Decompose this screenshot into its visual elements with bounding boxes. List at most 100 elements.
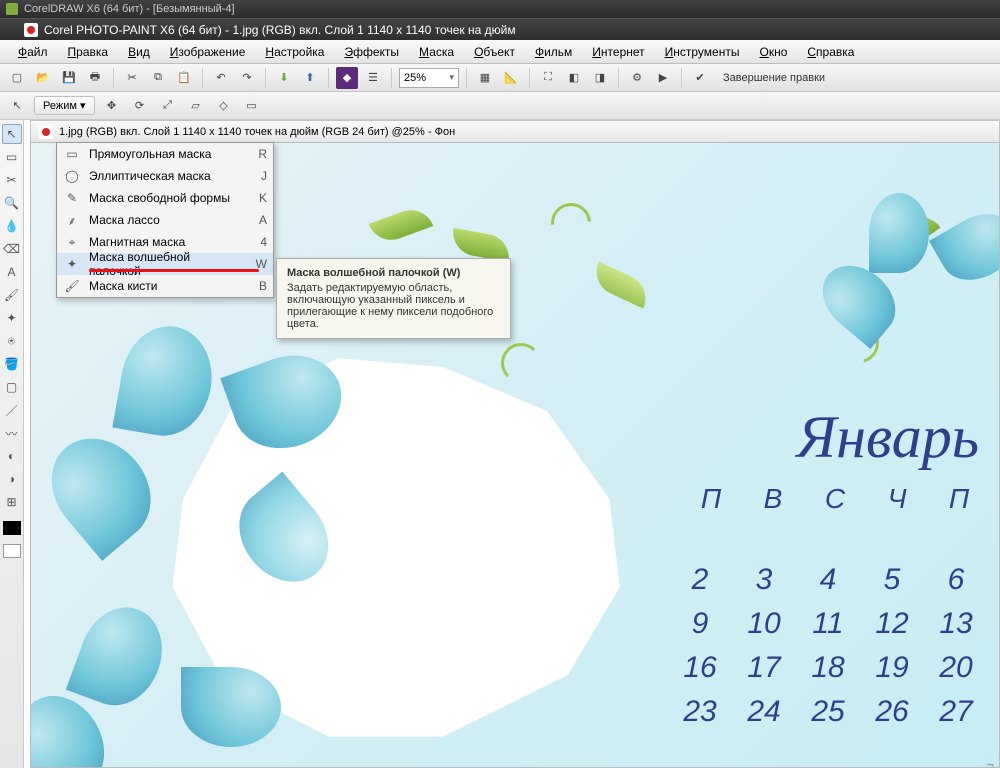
scale-icon[interactable]: ⤢ (157, 95, 179, 117)
fullscreen-button[interactable]: ⛶ (537, 67, 559, 89)
ruler-button[interactable]: 📐 (500, 67, 522, 89)
document-tab[interactable]: 1.jpg (RGB) вкл. Слой 1 1140 x 1140 точе… (30, 120, 1000, 142)
fill-tool[interactable]: 🪣 (2, 354, 22, 374)
month-title: Январь (797, 403, 979, 472)
eyedropper-tool[interactable]: 💧 (2, 216, 22, 236)
import-button[interactable]: ⬇ (273, 67, 295, 89)
menu-вид[interactable]: Вид (120, 42, 158, 62)
flyout-label: Маска лассо (89, 213, 243, 227)
day-cell: 9 (677, 607, 723, 641)
image-slice-tool[interactable]: ⊞ (2, 492, 22, 512)
zoom-value: 25% (404, 72, 426, 84)
open-button[interactable]: 📂 (32, 67, 54, 89)
menu-интернет[interactable]: Интернет (584, 42, 652, 62)
leaf-decor (449, 228, 512, 262)
text-tool[interactable]: A (2, 262, 22, 282)
brush-tool[interactable]: 🖌 (2, 285, 22, 305)
menu-файл[interactable]: Файл (10, 42, 56, 62)
eraser-tool[interactable]: ⌫ (2, 239, 22, 259)
flyout-item[interactable]: ▭Прямоугольная маскаR (57, 143, 273, 165)
toolbox: ↖ ▭ ✂ 🔍 💧 ⌫ A 🖌 ✦ ⍟ 🪣 ▢ ／ 〰 ◐ ◑ ⊞ (0, 120, 24, 768)
mask-icon: ✎ (63, 191, 81, 205)
menu-объект[interactable]: Объект (466, 42, 523, 62)
save-button[interactable]: 💾 (58, 67, 80, 89)
calendar-header: ПВСЧП (691, 483, 979, 515)
flyout-item[interactable]: 🖌Маска кистиB (57, 275, 273, 297)
leaf-decor (369, 203, 434, 246)
menu-инструменты[interactable]: Инструменты (657, 42, 748, 62)
skew-icon[interactable]: ▱ (185, 95, 207, 117)
perspective-icon[interactable]: ▭ (241, 95, 263, 117)
mask-button[interactable]: ◧ (563, 67, 585, 89)
menu-окно[interactable]: Окно (751, 42, 795, 62)
flower-cluster (30, 587, 231, 768)
flyout-item[interactable]: ✎Маска свободной формыK (57, 187, 273, 209)
launch-button[interactable]: ▶ (652, 67, 674, 89)
background-swatch[interactable] (3, 544, 21, 558)
flyout-shortcut: J (251, 169, 267, 183)
menu-правка[interactable]: Правка (60, 42, 117, 62)
flyout-label: Маска волшебной палочкой (89, 250, 243, 278)
undo-button[interactable]: ↶ (210, 67, 232, 89)
app-button[interactable]: ◆ (336, 67, 358, 89)
options-button[interactable]: ⚙ (626, 67, 648, 89)
zoom-tool[interactable]: 🔍 (2, 193, 22, 213)
day-cell: 18 (805, 651, 851, 685)
print-button[interactable]: 🖶 (84, 67, 106, 89)
mask-icon: ⌖ (63, 235, 81, 250)
finish-edit-button[interactable]: ✔ (689, 67, 711, 89)
menu-справка[interactable]: Справка (799, 42, 862, 62)
day-cell: 20 (933, 651, 979, 685)
flyout-shortcut: R (251, 147, 267, 161)
flyout-shortcut: K (251, 191, 267, 205)
day-cell: 12 (869, 607, 915, 641)
standard-toolbar: ▢ 📂 💾 🖶 ✂ ⧉ 📋 ↶ ↷ ⬇ ⬆ ◆ ☰ 25% ▦ 📐 ⛶ ◧ ◨ … (0, 64, 1000, 92)
crop-tool[interactable]: ✂ (2, 170, 22, 190)
flyout-item[interactable]: ◯Эллиптическая маскаJ (57, 165, 273, 187)
outer-titlebar: CorelDRAW X6 (64 бит) - [Безымянный-4] (0, 0, 1000, 18)
shape-tool[interactable]: ▢ (2, 377, 22, 397)
path-tool[interactable]: 〰 (2, 423, 22, 443)
menu-эффекты[interactable]: Эффекты (336, 42, 407, 62)
menu-настройка[interactable]: Настройка (257, 42, 332, 62)
mode-dropdown[interactable]: Режим ▾ (34, 96, 95, 115)
grid-button[interactable]: ▦ (474, 67, 496, 89)
export-button[interactable]: ⬆ (299, 67, 321, 89)
day-cell: 2 (677, 563, 723, 597)
effect-tool[interactable]: ✦ (2, 308, 22, 328)
line-tool[interactable]: ／ (2, 400, 22, 420)
mask-tool-flyout[interactable]: ▭Прямоугольная маскаR◯Эллиптическая маск… (56, 142, 274, 298)
day-cell: 17 (741, 651, 787, 685)
pick-tool-icon[interactable]: ↖ (6, 95, 28, 117)
move-icon[interactable]: ✥ (101, 95, 123, 117)
flyout-item[interactable]: ⸙Маска лассоA (57, 209, 273, 231)
pick-tool[interactable]: ↖ (2, 124, 22, 144)
mask2-button[interactable]: ◨ (589, 67, 611, 89)
tooltip-body: Задать редактируемую область, включающую… (287, 282, 500, 330)
rotate-icon[interactable]: ⟳ (129, 95, 151, 117)
day-cell: 6 (933, 563, 979, 597)
foreground-swatch[interactable] (3, 521, 21, 535)
swirl-decor (501, 343, 541, 383)
menu-изображение[interactable]: Изображение (162, 42, 254, 62)
welcome-button[interactable]: ☰ (362, 67, 384, 89)
day-cell: 10 (741, 607, 787, 641)
mask-rect-tool[interactable]: ▭ (2, 147, 22, 167)
day-cell: 5 (869, 563, 915, 597)
copy-button[interactable]: ⧉ (147, 67, 169, 89)
clone-tool[interactable]: ⍟ (2, 331, 22, 351)
transparency-tool[interactable]: ◑ (2, 469, 22, 489)
new-button[interactable]: ▢ (6, 67, 28, 89)
tooltip: Маска волшебной палочкой (W) Задать реда… (276, 258, 511, 339)
day-cell: 24 (741, 695, 787, 729)
zoom-combo[interactable]: 25% (399, 68, 459, 88)
menu-маска[interactable]: Маска (411, 42, 462, 62)
menu-фильм[interactable]: Фильм (527, 42, 580, 62)
shadow-tool[interactable]: ◐ (2, 446, 22, 466)
distort-icon[interactable]: ◇ (213, 95, 235, 117)
cut-button[interactable]: ✂ (121, 67, 143, 89)
redo-button[interactable]: ↷ (236, 67, 258, 89)
red-underline (89, 269, 259, 272)
paste-button[interactable]: 📋 (173, 67, 195, 89)
flyout-label: Прямоугольная маска (89, 147, 243, 161)
